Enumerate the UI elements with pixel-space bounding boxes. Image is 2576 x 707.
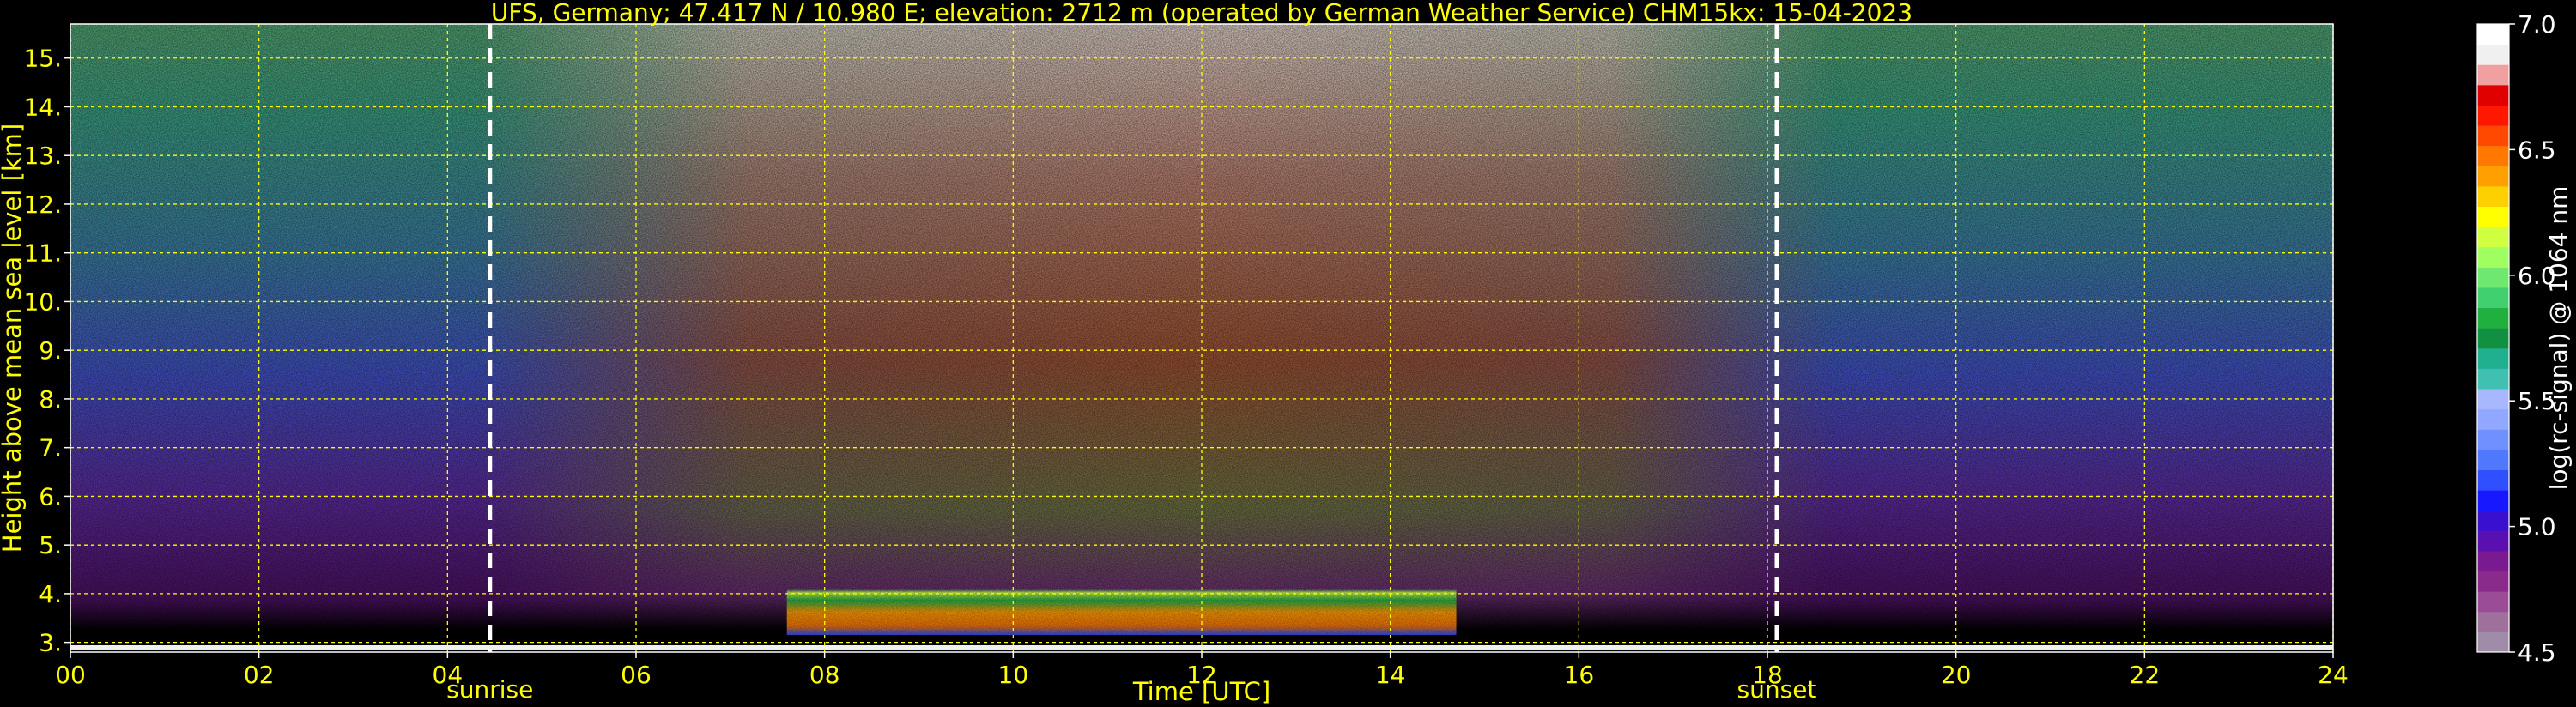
colorbar-tick-label: 5.0 xyxy=(2518,513,2556,541)
x-axis-label: Time [UTC] xyxy=(1132,677,1270,706)
colorbar-segment xyxy=(2477,429,2509,450)
x-tick-label: 04 xyxy=(433,661,464,689)
x-tick-label: 20 xyxy=(1941,661,1972,689)
colorbar-segment xyxy=(2477,105,2509,126)
colorbar-segment xyxy=(2477,227,2509,248)
y-tick-label: 6. xyxy=(39,482,62,511)
colorbar-segment xyxy=(2477,368,2509,390)
x-tick-label: 06 xyxy=(621,661,652,689)
y-tick-label: 8. xyxy=(39,385,62,414)
y-tick-label: 7. xyxy=(39,434,62,462)
colorbar-segment xyxy=(2477,307,2509,329)
colorbar-segment xyxy=(2477,530,2509,552)
colorbar-tick-label: 4.5 xyxy=(2518,638,2556,667)
y-tick-label: 3. xyxy=(39,629,62,657)
colorbar-segment xyxy=(2477,145,2509,166)
x-tick-label: 14 xyxy=(1375,661,1406,689)
x-tick-label: 08 xyxy=(809,661,840,689)
colorbar-segment xyxy=(2477,631,2509,653)
x-tick-label: 10 xyxy=(998,661,1029,689)
colorbar-tick-label: 7.0 xyxy=(2518,10,2556,39)
colorbar-segment xyxy=(2477,510,2509,531)
colorbar-segment xyxy=(2477,571,2509,592)
y-tick-label: 4. xyxy=(39,580,62,608)
cloud-layer xyxy=(786,589,1457,636)
colorbar-segment xyxy=(2477,591,2509,613)
y-tick-label: 11. xyxy=(23,239,62,268)
y-axis-ticks: 3. 4. 5. 6. 7. 8. 9. 10. 11. 12. 13. 14. 15. xyxy=(23,45,70,657)
colorbar: 4.55.05.56.06.57.0 log(rc-signal) @ 1064… xyxy=(2476,10,2573,667)
colorbar-segment xyxy=(2477,469,2509,491)
colorbar-segment xyxy=(2477,24,2509,45)
colorbar-segment xyxy=(2477,347,2509,369)
y-tick-label: 13. xyxy=(23,142,62,170)
cloud-texture xyxy=(786,589,1457,636)
y-tick-label: 9. xyxy=(39,336,62,365)
colorbar-segment xyxy=(2477,166,2509,187)
colorbar-segment xyxy=(2477,449,2509,470)
colorbar-label: log(rc-signal) @ 1064 nm xyxy=(2544,186,2573,491)
y-tick-label: 5. xyxy=(39,531,62,559)
x-tick-label: 00 xyxy=(55,661,86,689)
colorbar-segment xyxy=(2477,550,2509,572)
colorbar-segment xyxy=(2477,125,2509,147)
colorbar-segment xyxy=(2477,408,2509,430)
colorbar-segment xyxy=(2477,287,2509,309)
colorbar-segment xyxy=(2477,389,2509,410)
x-tick-label: 02 xyxy=(244,661,275,689)
x-tick-label: 16 xyxy=(1564,661,1595,689)
colorbar-segment xyxy=(2477,44,2509,65)
colorbar-segment xyxy=(2477,206,2509,227)
colorbar-segment xyxy=(2477,246,2509,268)
y-tick-label: 15. xyxy=(23,45,62,73)
x-tick-label: 24 xyxy=(2318,661,2349,689)
y-tick-label: 14. xyxy=(23,93,62,121)
plot-area: sunrise sunset xyxy=(70,23,2334,704)
colorbar-segment xyxy=(2477,267,2509,288)
colorbar-segment xyxy=(2477,84,2509,106)
colorbar-segment xyxy=(2477,490,2509,511)
ceilometer-chart: sunrise sunset 3. 4. 5. 6. 7. 8. 9. 10. 11. 12. 13.… xyxy=(0,0,2573,706)
chart-title: UFS, Germany; 47.417 N / 10.980 E; eleva… xyxy=(491,0,1912,27)
x-tick-label: 18 xyxy=(1752,661,1783,689)
x-tick-label: 22 xyxy=(2130,661,2161,689)
colorbar-segment xyxy=(2477,185,2509,208)
colorbar-segment xyxy=(2477,611,2509,632)
colorbar-segment xyxy=(2477,64,2509,86)
y-tick-label: 10. xyxy=(23,287,62,316)
colorbar-tick-label: 6.5 xyxy=(2518,136,2556,164)
colorbar-segment xyxy=(2477,328,2509,349)
y-tick-label: 12. xyxy=(23,190,62,219)
y-axis-label: Height above mean sea level [km] xyxy=(0,124,27,553)
